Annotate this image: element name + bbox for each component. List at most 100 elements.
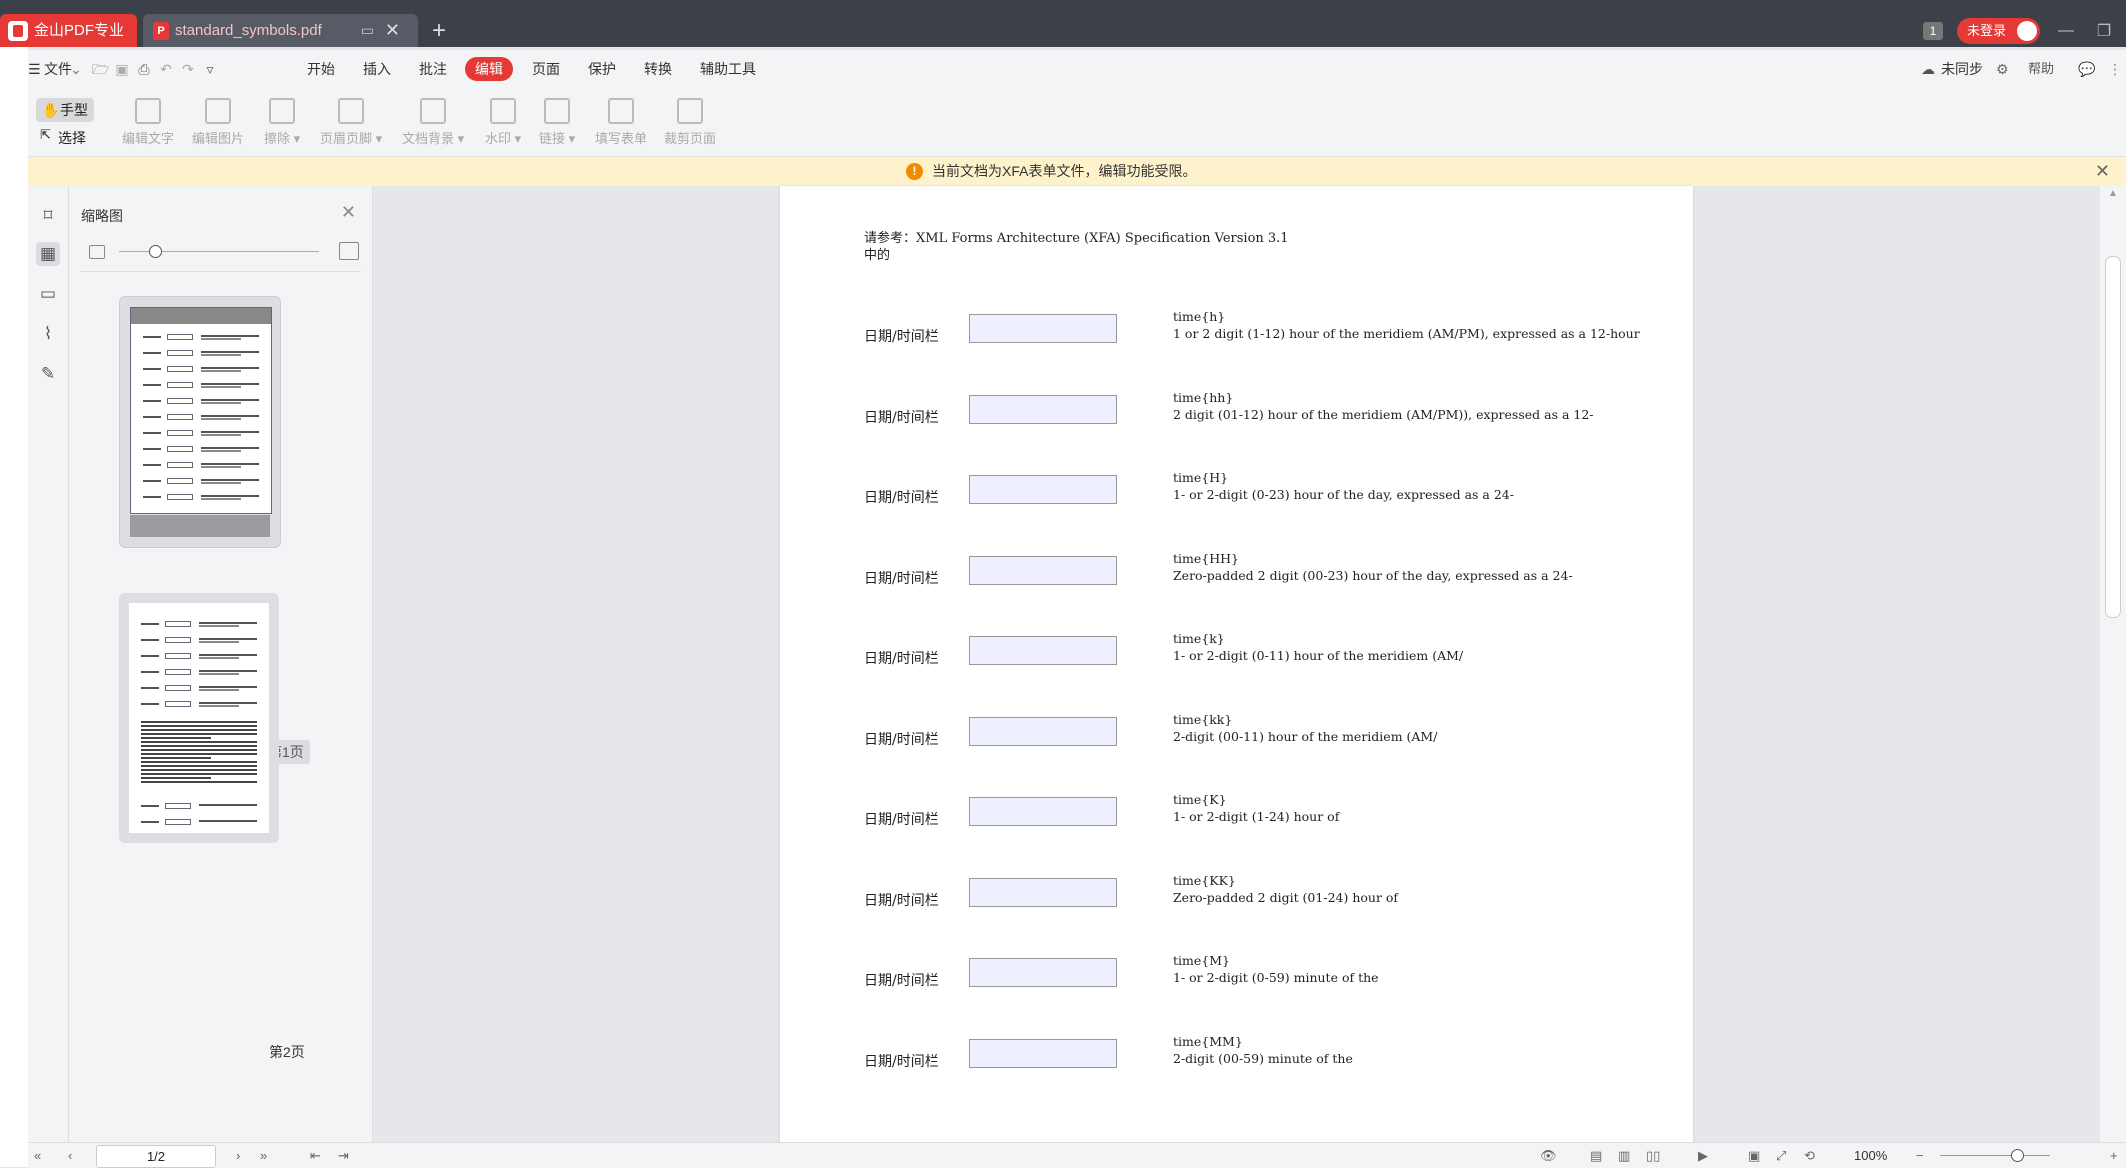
close-notice-icon[interactable]: ✕ xyxy=(2095,157,2110,186)
attachment-icon[interactable]: ⌇ xyxy=(36,322,60,346)
fit-window-icon[interactable]: ⤢ xyxy=(1776,1143,1786,1168)
menu-item-convert[interactable]: 转换 xyxy=(644,50,672,88)
menu-item-edit[interactable]: 编辑 xyxy=(465,57,513,81)
app-tab[interactable]: 金山PDF专业版 xyxy=(0,14,137,72)
form-row: 日期/时间栏 time{k} 1- or 2-digit (0-11) hour o… xyxy=(864,631,1684,696)
comment-icon[interactable]: ▭ xyxy=(36,282,60,306)
slider-knob[interactable] xyxy=(149,245,162,258)
login-button[interactable]: 未登录 xyxy=(1956,17,2040,44)
thumbnail-size-slider[interactable] xyxy=(89,242,359,262)
play-icon[interactable]: ▶ xyxy=(1698,1143,1708,1168)
file-dropdown-icon[interactable]: ⌄ xyxy=(70,50,82,88)
menu-file[interactable]: 文件 xyxy=(44,50,72,88)
menu-item-protect[interactable]: 保护 xyxy=(588,50,616,88)
save-icon[interactable]: ▣ xyxy=(114,61,130,77)
fill-form-tool[interactable]: 填写表单 xyxy=(595,98,647,147)
datetime-input[interactable] xyxy=(969,555,1117,585)
undo-icon[interactable]: ↶ xyxy=(158,61,174,77)
watermark-tool[interactable]: 水印 ▾ xyxy=(485,98,521,147)
next-page-icon[interactable]: › xyxy=(236,1143,240,1168)
datetime-input[interactable] xyxy=(969,636,1117,665)
new-tab-button[interactable]: + xyxy=(432,14,446,47)
rotate-icon[interactable]: ⟲ xyxy=(1804,1143,1815,1168)
status-bar: « ‹ 1/2 › » ⇤ ⇥ 👁 ▤ ▥ ▯▯ ▶ ▣ ⤢ ⟲ 100% − … xyxy=(28,1142,2126,1168)
help-menu[interactable]: 帮助 xyxy=(2028,50,2054,88)
cloud-sync-icon[interactable]: ☁ xyxy=(1921,50,1935,88)
restore-icon[interactable]: ❐ xyxy=(2092,21,2116,41)
format-code: time{H} xyxy=(1173,470,1229,485)
zoom-slider-knob[interactable] xyxy=(2011,1149,2024,1162)
intro-line-1: 请参考：XML Forms Architecture (XFA) Specifi… xyxy=(864,231,1289,246)
signature-icon[interactable]: ✎ xyxy=(36,362,60,386)
page-thumbnail-2[interactable] xyxy=(119,593,279,843)
datetime-input[interactable] xyxy=(969,877,1117,907)
first-page-icon[interactable]: « xyxy=(34,1143,41,1168)
image-edit-icon xyxy=(205,98,231,124)
prev-page-icon[interactable]: ‹ xyxy=(68,1143,72,1168)
continuous-view-icon[interactable]: ▥ xyxy=(1618,1143,1630,1168)
erase-label: 擦除 xyxy=(264,131,291,146)
redo-icon[interactable]: ↷ xyxy=(180,61,196,77)
close-panel-icon[interactable]: ✕ xyxy=(341,202,356,223)
thumbnail-text-line xyxy=(141,729,257,731)
menu-item-insert[interactable]: 插入 xyxy=(363,50,391,88)
zoom-in-icon[interactable]: + xyxy=(2110,1143,2118,1168)
page-count-badge[interactable]: 1 xyxy=(1922,21,1943,40)
eye-protection-icon[interactable]: 👁 xyxy=(1540,1143,1557,1168)
edit-text-tool[interactable]: 编辑文字 xyxy=(122,98,174,147)
actual-size-icon[interactable]: ▣ xyxy=(1748,1143,1760,1168)
edit-image-tool[interactable]: 编辑图片 xyxy=(192,98,244,147)
more-icon[interactable]: ⋮ xyxy=(2108,50,2122,88)
menu-item-tools[interactable]: 辅助工具 xyxy=(700,50,756,88)
datetime-input[interactable] xyxy=(969,475,1117,504)
thumbnail-text-line xyxy=(141,781,257,783)
minimize-icon[interactable]: — xyxy=(2054,22,2078,40)
print-icon[interactable]: ⎙ xyxy=(136,61,152,77)
quick-access-dropdown-icon[interactable]: ▿ xyxy=(202,61,218,77)
zoom-slider-track[interactable] xyxy=(1940,1155,2050,1156)
datetime-input[interactable] xyxy=(969,958,1117,987)
sync-status[interactable]: 未同步 xyxy=(1941,50,1983,88)
datetime-input[interactable] xyxy=(969,314,1117,343)
document-tab[interactable]: P standard_symbols.pdf ▭ ✕ xyxy=(143,14,418,47)
menu-item-start[interactable]: 开始 xyxy=(307,50,335,88)
feedback-icon[interactable]: 💬 xyxy=(2078,50,2095,88)
single-page-view-icon[interactable]: ▤ xyxy=(1590,1143,1602,1168)
link-tool[interactable]: 链接 ▾ xyxy=(539,98,575,147)
thumbnail-row xyxy=(141,685,257,691)
datetime-input[interactable] xyxy=(969,797,1117,826)
menu-item-annotate[interactable]: 批注 xyxy=(419,50,447,88)
datetime-input[interactable] xyxy=(969,1038,1117,1068)
crop-page-tool[interactable]: 裁剪页面 xyxy=(664,98,716,147)
fit-width-icon[interactable]: ⇤ xyxy=(310,1143,321,1168)
header-footer-tool[interactable]: 页眉页脚 ▾ xyxy=(320,98,382,147)
format-description: 1- or 2-digit (0-59) minute of the xyxy=(1173,970,1379,985)
menu-icon[interactable]: ☰ xyxy=(28,50,41,88)
pin-tab-icon[interactable]: ▭ xyxy=(361,14,374,47)
fit-page-icon[interactable]: ⇥ xyxy=(338,1143,349,1168)
last-page-icon[interactable]: » xyxy=(260,1143,267,1168)
link-label: 链接 xyxy=(539,131,566,146)
doc-background-tool[interactable]: 文档背景 ▾ xyxy=(402,98,464,147)
select-tool-button[interactable]: 选择 xyxy=(40,127,86,148)
erase-tool[interactable]: 擦除 ▾ xyxy=(264,98,300,147)
open-folder-icon[interactable]: 🗁 xyxy=(92,61,109,77)
datetime-input[interactable] xyxy=(969,716,1117,746)
settings-icon[interactable]: ⚙ xyxy=(1996,50,2009,88)
scroll-up-icon[interactable]: ▲ xyxy=(2108,188,2118,199)
zoom-out-icon[interactable]: − xyxy=(1916,1143,1924,1168)
datetime-input[interactable] xyxy=(969,394,1117,424)
menu-item-page[interactable]: 页面 xyxy=(532,50,560,88)
avatar-icon xyxy=(2017,20,2037,41)
double-page-view-icon[interactable]: ▯▯ xyxy=(1646,1143,1660,1168)
scrollbar-thumb[interactable] xyxy=(2105,256,2121,618)
page-number-input[interactable]: 1/2 xyxy=(96,1145,216,1168)
close-tab-icon[interactable]: ✕ xyxy=(385,14,400,47)
page-thumbnail-1[interactable] xyxy=(119,296,281,548)
zoom-level[interactable]: 100% xyxy=(1854,1143,1887,1168)
vertical-scrollbar[interactable]: ▲ xyxy=(2100,186,2126,1142)
thumbnail-text-line xyxy=(141,741,257,743)
hand-tool-button[interactable]: ✋ 手型 xyxy=(36,98,94,122)
thumbnail-icon[interactable]: ▦ xyxy=(36,242,60,266)
bookmark-icon[interactable]: ⌑ xyxy=(36,204,60,228)
